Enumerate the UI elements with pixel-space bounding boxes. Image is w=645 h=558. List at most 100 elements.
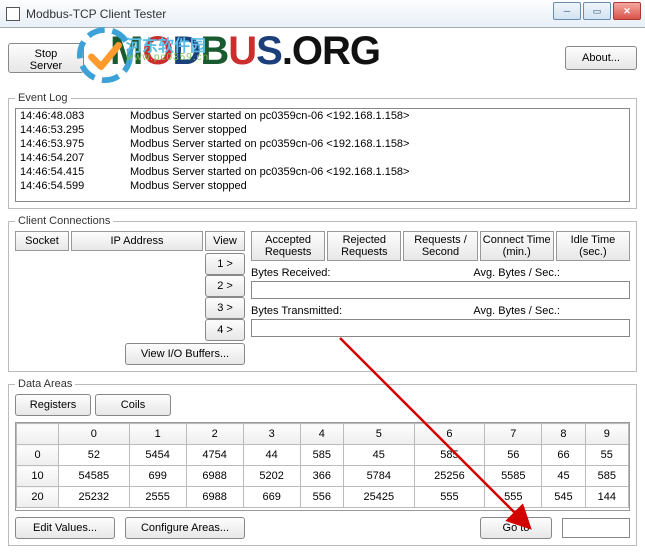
event-time: 14:46:54.207 [20, 151, 130, 165]
grid-cell[interactable]: 556 [300, 487, 343, 508]
goto-input[interactable] [562, 518, 630, 538]
grid-cell[interactable]: 25256 [414, 466, 485, 487]
avg-bytes-rx-label: Avg. Bytes / Sec.: [473, 267, 560, 279]
grid-cell[interactable]: 52 [59, 445, 130, 466]
grid-cell[interactable]: 5784 [343, 466, 414, 487]
stat-header: Accepted Requests [251, 231, 325, 261]
stat-header: Connect Time (min.) [480, 231, 554, 261]
event-log-row[interactable]: 14:46:48.083Modbus Server started on pc0… [16, 109, 629, 123]
event-time: 14:46:54.415 [20, 165, 130, 179]
ip-address-header: IP Address [71, 231, 203, 251]
watermark-url: www.pc0359.cn [126, 52, 209, 63]
window-title: Modbus-TCP Client Tester [26, 7, 166, 21]
grid-cell[interactable]: 55 [585, 445, 628, 466]
grid-cell[interactable]: 45 [542, 466, 585, 487]
event-log-row[interactable]: 14:46:54.599Modbus Server stopped [16, 179, 629, 193]
event-log-row[interactable]: 14:46:54.207Modbus Server stopped [16, 151, 629, 165]
event-log-legend: Event Log [15, 92, 71, 104]
grid-cell[interactable]: 44 [243, 445, 300, 466]
grid-cell[interactable]: 2555 [129, 487, 186, 508]
grid-cell[interactable]: 144 [585, 487, 628, 508]
stop-server-button[interactable]: Stop Server [8, 43, 84, 73]
grid-row-header[interactable]: 20 [17, 487, 59, 508]
maximize-button[interactable]: ▭ [583, 2, 611, 20]
view-connection-button[interactable]: 3 > [205, 297, 245, 319]
grid-col-header[interactable]: 6 [414, 424, 485, 445]
grid-corner [17, 424, 59, 445]
view-header: View [205, 231, 245, 251]
configure-areas-button[interactable]: Configure Areas... [125, 517, 245, 539]
grid-cell[interactable]: 585 [300, 445, 343, 466]
grid-cell[interactable]: 545 [542, 487, 585, 508]
grid-cell[interactable]: 54585 [59, 466, 130, 487]
grid-col-header[interactable]: 9 [585, 424, 628, 445]
event-log-row[interactable]: 14:46:54.415Modbus Server started on pc0… [16, 165, 629, 179]
grid-cell[interactable]: 555 [485, 487, 542, 508]
bytes-transmitted-label: Bytes Transmitted: [251, 305, 361, 317]
bytes-transmitted-box [251, 319, 630, 337]
grid-cell[interactable]: 366 [300, 466, 343, 487]
view-connection-button[interactable]: 1 > [205, 253, 245, 275]
client-connections-legend: Client Connections [15, 215, 113, 227]
view-io-buffers-button[interactable]: View I/O Buffers... [125, 343, 245, 365]
grid-row-header[interactable]: 0 [17, 445, 59, 466]
grid-cell[interactable]: 25425 [343, 487, 414, 508]
view-connection-button[interactable]: 4 > [205, 319, 245, 341]
coils-tab[interactable]: Coils [95, 394, 171, 416]
event-log-group: Event Log 14:46:48.083Modbus Server star… [8, 92, 637, 209]
app-icon [6, 7, 20, 21]
logo-area: 河东软件园 www.pc0359.cn MODBUS.ORG [90, 30, 559, 86]
event-message: Modbus Server started on pc0359cn-06 <19… [130, 165, 409, 179]
event-time: 14:46:53.975 [20, 137, 130, 151]
data-grid[interactable]: 0123456789052545447544458545585566655105… [16, 423, 629, 508]
data-areas-legend: Data Areas [15, 378, 75, 390]
close-button[interactable]: ✕ [613, 2, 641, 20]
event-log-row[interactable]: 14:46:53.975Modbus Server started on pc0… [16, 137, 629, 151]
stat-header: Requests / Second [403, 231, 477, 261]
grid-row-header[interactable]: 10 [17, 466, 59, 487]
grid-cell[interactable]: 45 [343, 445, 414, 466]
minimize-button[interactable]: ─ [553, 2, 581, 20]
grid-cell[interactable]: 6988 [186, 487, 243, 508]
event-message: Modbus Server stopped [130, 123, 247, 137]
event-time: 14:46:48.083 [20, 109, 130, 123]
grid-cell[interactable]: 25232 [59, 487, 130, 508]
grid-cell[interactable]: 585 [414, 445, 485, 466]
event-time: 14:46:54.599 [20, 179, 130, 193]
grid-cell[interactable]: 5454 [129, 445, 186, 466]
grid-col-header[interactable]: 4 [300, 424, 343, 445]
grid-cell[interactable]: 555 [414, 487, 485, 508]
grid-cell[interactable]: 5202 [243, 466, 300, 487]
edit-values-button[interactable]: Edit Values... [15, 517, 115, 539]
grid-col-header[interactable]: 8 [542, 424, 585, 445]
event-message: Modbus Server started on pc0359cn-06 <19… [130, 137, 409, 151]
grid-col-header[interactable]: 7 [485, 424, 542, 445]
data-grid-wrap[interactable]: 0123456789052545447544458545585566655105… [15, 422, 630, 511]
grid-cell[interactable]: 6988 [186, 466, 243, 487]
client-connections-group: Client Connections Socket IP Address Vie… [8, 215, 637, 372]
about-button[interactable]: About... [565, 46, 637, 70]
grid-cell[interactable]: 699 [129, 466, 186, 487]
bytes-received-box [251, 281, 630, 299]
grid-cell[interactable]: 4754 [186, 445, 243, 466]
grid-col-header[interactable]: 1 [129, 424, 186, 445]
grid-col-header[interactable]: 5 [343, 424, 414, 445]
grid-col-header[interactable]: 2 [186, 424, 243, 445]
grid-cell[interactable]: 56 [485, 445, 542, 466]
socket-header: Socket [15, 231, 69, 251]
event-log-list[interactable]: 14:46:48.083Modbus Server started on pc0… [15, 108, 630, 202]
grid-cell[interactable]: 669 [243, 487, 300, 508]
event-log-row[interactable]: 14:46:53.295Modbus Server stopped [16, 123, 629, 137]
grid-col-header[interactable]: 3 [243, 424, 300, 445]
event-time: 14:46:53.295 [20, 123, 130, 137]
grid-cell[interactable]: 585 [585, 466, 628, 487]
goto-button[interactable]: Go to [480, 517, 552, 539]
stat-header: Rejected Requests [327, 231, 401, 261]
grid-col-header[interactable]: 0 [59, 424, 130, 445]
registers-tab[interactable]: Registers [15, 394, 91, 416]
grid-cell[interactable]: 66 [542, 445, 585, 466]
titlebar: Modbus-TCP Client Tester ─ ▭ ✕ [0, 0, 645, 28]
grid-cell[interactable]: 5585 [485, 466, 542, 487]
view-connection-button[interactable]: 2 > [205, 275, 245, 297]
stat-header: Idle Time (sec.) [556, 231, 630, 261]
